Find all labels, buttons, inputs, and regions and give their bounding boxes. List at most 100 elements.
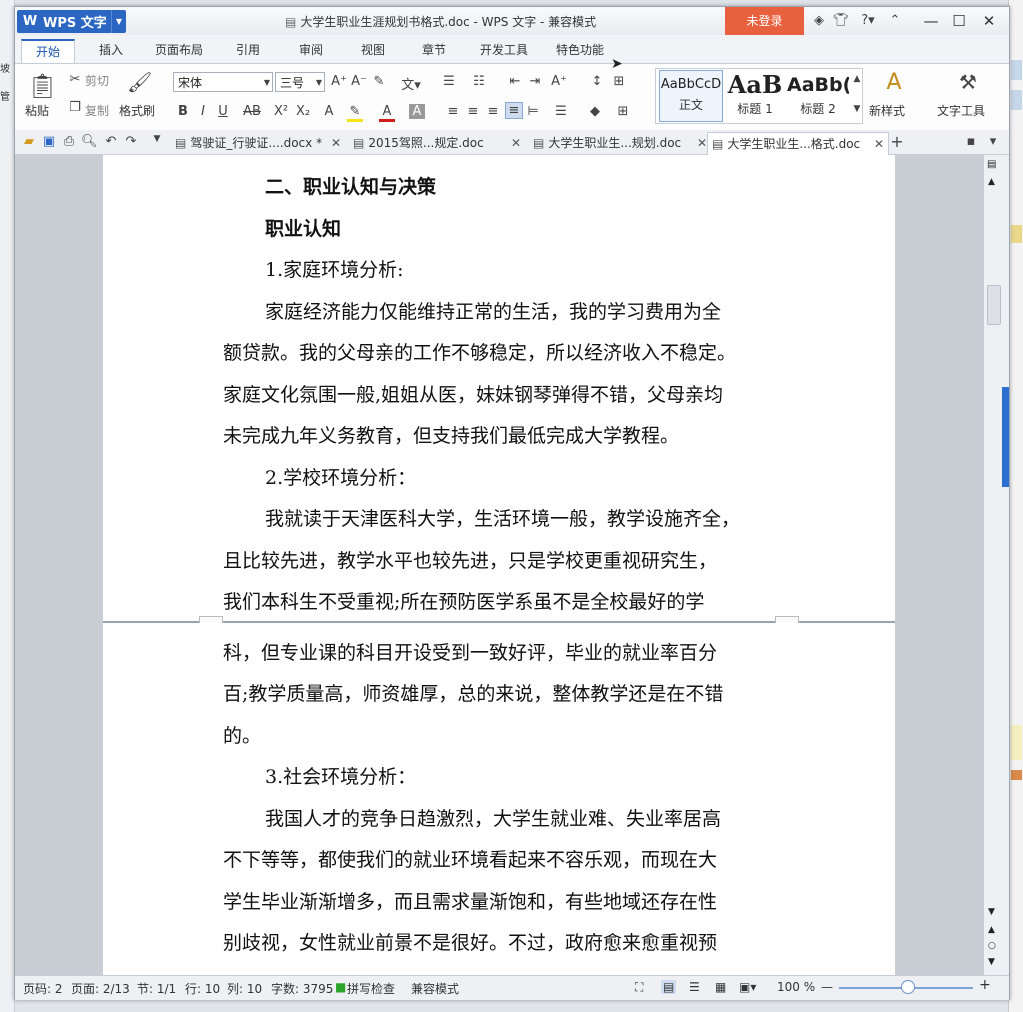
strikethrough-icon[interactable]: AB — [241, 104, 263, 119]
help-icon[interactable]: ?▾ — [855, 13, 881, 29]
zoom-in-icon[interactable]: + — [979, 977, 991, 993]
split-view-icon[interactable]: ▤ — [987, 159, 996, 170]
shading-icon[interactable]: ◆ — [587, 104, 603, 119]
tab-list-icon[interactable]: ▪ — [963, 134, 979, 149]
web-view-icon[interactable]: ▦ — [715, 980, 726, 994]
zoom-level[interactable]: 100 % — [777, 980, 815, 994]
text-effect-icon[interactable]: A — [321, 104, 337, 119]
align-center-icon[interactable]: ≡ — [465, 104, 481, 119]
reading-mode-icon[interactable]: ⛶ — [635, 980, 643, 995]
bullets-icon[interactable]: ☰ — [441, 74, 457, 89]
zoom-out-icon[interactable]: — — [821, 980, 833, 994]
font-size-select[interactable]: 三号 ▼ — [275, 72, 325, 92]
doc-tab[interactable]: ▤ 2015驾照...规定.doc ✕ — [349, 132, 525, 154]
borders-icon[interactable]: ⊞ — [615, 104, 631, 119]
doc-tab[interactable]: ▤ 驾驶证_行驶证....docx * ✕ — [171, 132, 345, 154]
status-word-count[interactable]: 字数: 3795 — [271, 980, 333, 997]
italic-icon[interactable]: I — [195, 104, 211, 119]
wps-menu-button[interactable]: W WPS 文字 ▼ — [17, 10, 126, 33]
maximize-button[interactable]: ☐ — [943, 9, 975, 33]
tab-chapter[interactable]: 章节 — [422, 41, 446, 58]
font-color-icon[interactable]: A — [379, 104, 395, 122]
style-normal[interactable]: AaBbCcD 正文 — [659, 70, 723, 122]
save-icon[interactable]: ▣ — [41, 134, 57, 149]
clear-format-icon[interactable]: ✎ — [371, 74, 387, 89]
text-tools-icon[interactable]: ⚒ — [955, 70, 981, 94]
login-button[interactable]: 未登录 — [725, 7, 804, 35]
scissors-icon[interactable]: ✂ — [67, 72, 83, 87]
style-heading-1[interactable]: AaB 标题 1 — [725, 70, 785, 120]
scroll-up-icon[interactable]: ▲ — [988, 177, 995, 187]
shrink-font-icon[interactable]: A⁻ — [351, 74, 367, 89]
style-heading-2[interactable]: AaBb( 标题 2 — [787, 70, 849, 120]
close-icon[interactable]: ✕ — [331, 132, 341, 154]
grow-font-icon[interactable]: A⁺ — [331, 74, 347, 89]
paste-icon[interactable]: 📋︎ — [27, 72, 57, 100]
doc-tab[interactable]: ▤ 大学生职业生...规划.doc ✕ — [529, 132, 711, 154]
underline-icon[interactable]: U — [215, 104, 231, 119]
gallery-more-icon[interactable]: ▼ — [849, 104, 865, 114]
shirt-icon[interactable]: 👕︎ — [831, 13, 851, 29]
tab-references[interactable]: 引用 — [236, 41, 260, 58]
align-right-icon[interactable]: ≡ — [485, 104, 501, 119]
vertical-scrollbar[interactable]: ▤ ▲ ▼ ▲ ○ ▼ — [983, 155, 1004, 975]
quick-access-more-icon[interactable]: ▼ — [149, 134, 165, 144]
new-style-icon[interactable]: A — [881, 70, 907, 95]
scroll-down-icon[interactable]: ▼ — [988, 907, 995, 917]
tab-review[interactable]: 审阅 — [299, 41, 323, 58]
next-page-icon[interactable]: ▼ — [988, 957, 995, 967]
previous-page-icon[interactable]: ▲ — [988, 925, 995, 935]
line-spacing-icon[interactable]: ☰ — [553, 104, 569, 119]
tab-view[interactable]: 视图 — [361, 41, 385, 58]
gallery-scroll-up-icon[interactable]: ▲ — [849, 74, 865, 84]
print-icon[interactable]: ⎙ — [61, 134, 77, 149]
outline-view-icon[interactable]: ☰ — [689, 980, 700, 994]
document-canvas[interactable]: 二、职业认知与决策 职业认知 1.家庭环境分析: 家庭经济能力仅能维持正常的生活… — [15, 155, 1009, 975]
tab-developer[interactable]: 开发工具 — [480, 41, 528, 58]
numbering-icon[interactable]: ☷ — [471, 74, 487, 89]
tab-insert[interactable]: 插入 — [99, 41, 123, 58]
superscript-icon[interactable]: X² — [271, 104, 291, 119]
collapse-ribbon-icon[interactable]: ⌃ — [885, 13, 905, 29]
close-icon[interactable]: ✕ — [697, 132, 707, 154]
select-browse-icon[interactable]: ○ — [988, 941, 996, 951]
font-family-select[interactable]: 宋体 ▼ — [173, 72, 273, 92]
justify-icon[interactable]: ≡ — [505, 102, 523, 119]
doc-tab-active[interactable]: ▤ 大学生职业生...格式.doc ✕ — [707, 132, 889, 155]
align-left-icon[interactable]: ≡ — [445, 104, 461, 119]
text-direction-icon[interactable]: A⁺ — [551, 74, 567, 89]
phonetic-icon[interactable]: 文▾ — [399, 74, 423, 93]
new-tab-icon[interactable]: + — [889, 132, 905, 151]
page-view-icon[interactable]: ▤ — [661, 980, 677, 994]
subscript-icon[interactable]: X₂ — [293, 104, 313, 119]
side-panel-toggle[interactable] — [1002, 387, 1009, 487]
table-icon[interactable]: ⊞ — [611, 74, 627, 89]
distribute-icon[interactable]: ⊨ — [525, 104, 541, 119]
skin-icon[interactable]: ◈ — [809, 13, 829, 29]
redo-icon[interactable]: ↷ — [123, 134, 139, 149]
new-style-label[interactable]: 新样式 — [869, 102, 905, 119]
copy-icon[interactable]: ❐ — [67, 100, 83, 115]
scroll-thumb[interactable] — [987, 285, 1001, 325]
format-painter-icon[interactable]: 🖌︎ — [127, 70, 152, 94]
close-icon[interactable]: ✕ — [511, 132, 521, 154]
zoom-slider-thumb[interactable] — [901, 980, 915, 994]
tab-home[interactable]: 开始 — [21, 39, 75, 65]
sort-icon[interactable]: ↕ — [589, 74, 605, 89]
copy-label[interactable]: 复制 — [85, 102, 109, 119]
close-button[interactable]: ✕ — [973, 9, 1005, 33]
open-folder-icon[interactable]: ▰ — [21, 134, 37, 149]
close-icon[interactable]: ✕ — [874, 133, 884, 155]
tab-options-icon[interactable]: ▾ — [985, 134, 1001, 149]
format-painter-label[interactable]: 格式刷 — [119, 102, 155, 119]
status-spellcheck[interactable]: 拼写检查 — [347, 980, 395, 997]
paste-label[interactable]: 粘贴 — [25, 102, 49, 119]
highlight-icon[interactable]: ✎ — [347, 104, 363, 122]
tab-page-layout[interactable]: 页面布局 — [155, 41, 203, 58]
decrease-indent-icon[interactable]: ⇤ — [507, 74, 523, 89]
tab-special[interactable]: 特色功能 — [556, 41, 604, 58]
eye-protect-icon[interactable]: ▣▾ — [739, 980, 756, 994]
cut-label[interactable]: 剪切 — [85, 72, 109, 89]
bold-icon[interactable]: B — [175, 104, 191, 119]
char-shading-icon[interactable]: A — [409, 104, 425, 119]
